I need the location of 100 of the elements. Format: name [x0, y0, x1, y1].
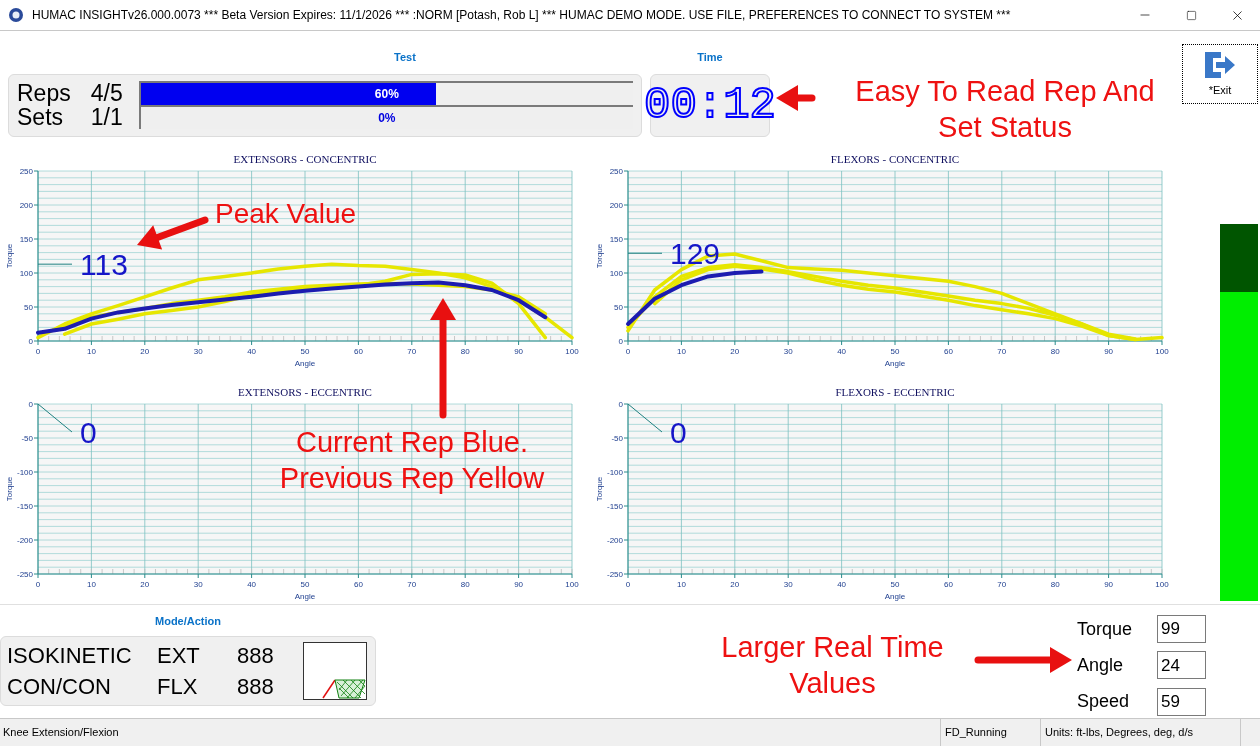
window-title: HUMAC INSIGHTv26.000.0073 *** Beta Version Expires: 11/1/2026 *** :NORM [Potash, Rob L] *** HUMAC DEMO MODE. USE FILE, PREFERENCES TO CONNECT TO SYSTEM ***: [32, 7, 1011, 24]
tick-label: 50: [300, 579, 310, 589]
callout-text: Easy To Read Rep And Set Status: [854, 74, 1156, 145]
axis-label: Angle: [294, 359, 316, 368]
tick-label: 80: [460, 579, 470, 589]
tick-label: 100: [565, 347, 579, 356]
tick-label: 0: [28, 337, 33, 346]
tick-label: -100: [17, 467, 33, 477]
tick-label: 50: [890, 579, 900, 589]
tick-label: 0: [618, 399, 623, 409]
axis-label: Torque: [5, 243, 14, 269]
mode-value: 888: [237, 672, 274, 701]
tick-label: 20: [730, 579, 740, 589]
axis-label: Torque: [595, 243, 604, 269]
callout-text: Larger Real Time Values: [720, 630, 945, 701]
tick-label: -50: [21, 433, 33, 443]
tick-label: 0: [35, 579, 41, 589]
tick-label: 90: [514, 347, 524, 356]
tick-label: 10: [676, 347, 686, 356]
tick-label: -200: [607, 535, 623, 545]
peak-value: 0: [80, 415, 97, 449]
tick-label: -100: [607, 467, 623, 477]
section-heading: Test: [393, 50, 417, 65]
reading-label: Speed: [1077, 690, 1131, 714]
tick-label: 30: [783, 347, 793, 356]
tick-label: 200: [19, 201, 33, 210]
section-heading: Time: [696, 50, 724, 65]
tick-label: 0: [618, 337, 623, 346]
counter-label: Sets: [17, 105, 64, 129]
tick-label: 0: [625, 347, 631, 356]
tick-label: 60: [353, 347, 363, 356]
axis-label: Angle: [884, 591, 906, 601]
progress-reading: 60%: [373, 86, 400, 103]
tick-label: -150: [607, 501, 623, 511]
tick-label: 80: [1050, 347, 1060, 356]
tick-label: 70: [407, 579, 417, 589]
section-heading: Mode/Action: [154, 614, 222, 629]
peak-value: 0: [670, 415, 687, 449]
tick-label: 50: [614, 303, 623, 312]
tick-label: 80: [1050, 579, 1060, 589]
callout-text: Current Rep Blue. Previous Rep Yellow: [278, 425, 546, 496]
chart-title: FLEXORS - ECCENTRIC: [835, 385, 955, 398]
tick-label: 70: [997, 347, 1007, 356]
tick-label: 30: [193, 347, 203, 356]
tick-label: 90: [1104, 347, 1114, 356]
tick-label: 10: [86, 347, 96, 356]
tick-label: 150: [609, 235, 623, 244]
status-text: Units: ft-lbs, Degrees, deg, d/s: [1040, 719, 1240, 746]
tick-label: 90: [514, 579, 524, 589]
mode-value: 888: [237, 641, 274, 670]
axis-label: Angle: [294, 591, 316, 601]
tick-label: 250: [19, 167, 33, 176]
tick-label: 40: [837, 347, 847, 356]
tick-label: 0: [35, 347, 41, 356]
mode-label: CON/CON: [7, 672, 112, 701]
tick-label: 20: [140, 347, 150, 356]
reading-field: 24: [1157, 651, 1206, 680]
tick-label: 100: [1155, 347, 1169, 356]
callout-text: Peak Value: [215, 197, 357, 231]
reading-field: 99: [1157, 615, 1206, 644]
tick-label: 30: [193, 579, 203, 589]
reading-label: Angle: [1077, 654, 1125, 677]
mode-label: ISOKINETIC: [7, 641, 133, 670]
reading-label: Torque: [1077, 617, 1134, 641]
chart-title: EXTENSORS - ECCENTRIC: [238, 385, 372, 398]
direction-label: FLX: [157, 672, 199, 701]
reading-field: 59: [1157, 687, 1206, 716]
counter-label: Reps: [17, 81, 71, 105]
tick-label: 40: [247, 347, 257, 356]
tick-label: 100: [609, 269, 623, 278]
tick-label: 50: [300, 347, 310, 356]
tick-label: 90: [1104, 579, 1114, 589]
tick-label: 20: [140, 579, 150, 589]
status-text: FD_Running: [940, 719, 1040, 746]
peak-value: 113: [80, 248, 128, 282]
axis-label: Torque: [595, 476, 604, 501]
counter-value: 1/1: [90, 105, 123, 129]
tick-label: 10: [86, 579, 96, 589]
tick-label: 200: [609, 201, 623, 210]
tick-label: 100: [565, 579, 579, 589]
direction-label: EXT: [157, 641, 201, 670]
tick-label: 60: [353, 579, 363, 589]
timer-display: 00:12: [644, 83, 776, 127]
progress-reading: 0%: [377, 110, 397, 127]
tick-label: -200: [17, 535, 33, 545]
tick-label: 40: [247, 579, 257, 589]
tick-label: 0: [625, 579, 631, 589]
tick-label: 250: [609, 167, 623, 176]
tick-label: 60: [943, 579, 953, 589]
tick-label: 40: [837, 579, 847, 589]
tick-label: 50: [890, 347, 900, 356]
tick-label: -50: [611, 433, 623, 443]
peak-value: 129: [670, 237, 721, 271]
tick-label: -250: [607, 569, 623, 579]
chart-title: EXTENSORS - CONCENTRIC: [233, 153, 377, 165]
counter-value: 4/5: [90, 81, 123, 105]
tick-label: 20: [730, 347, 740, 356]
axis-label: Torque: [5, 476, 14, 501]
tick-label: 70: [997, 579, 1007, 589]
tick-label: -250: [17, 569, 33, 579]
